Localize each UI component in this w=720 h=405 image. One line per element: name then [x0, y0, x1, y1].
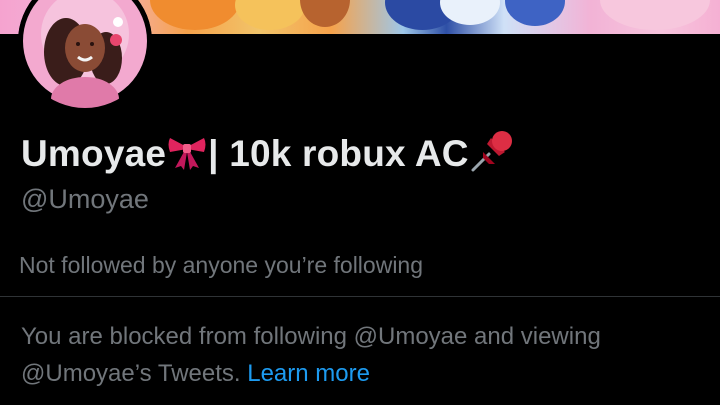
blocked-notice: You are blocked from following @Umoyae a…	[21, 318, 701, 392]
profile-handle: @Umoyae	[21, 184, 149, 214]
display-name-suffix: | 10k robux AC	[208, 132, 469, 174]
followers-you-know-note: Not followed by anyone you’re following	[19, 252, 424, 278]
profile-page: Umoyae | 10k robux AC @Umoyae Not follow…	[0, 0, 720, 405]
pushpin-icon	[469, 128, 519, 179]
ribbon-icon	[166, 130, 208, 177]
avatar-illustration-icon	[18, 0, 152, 108]
display-name: Umoyae	[21, 132, 167, 174]
profile-name-row: Umoyae | 10k robux AC	[21, 128, 519, 179]
profile-avatar[interactable]	[18, 0, 152, 108]
learn-more-link[interactable]: Learn more	[247, 360, 370, 387]
section-divider	[0, 296, 720, 297]
